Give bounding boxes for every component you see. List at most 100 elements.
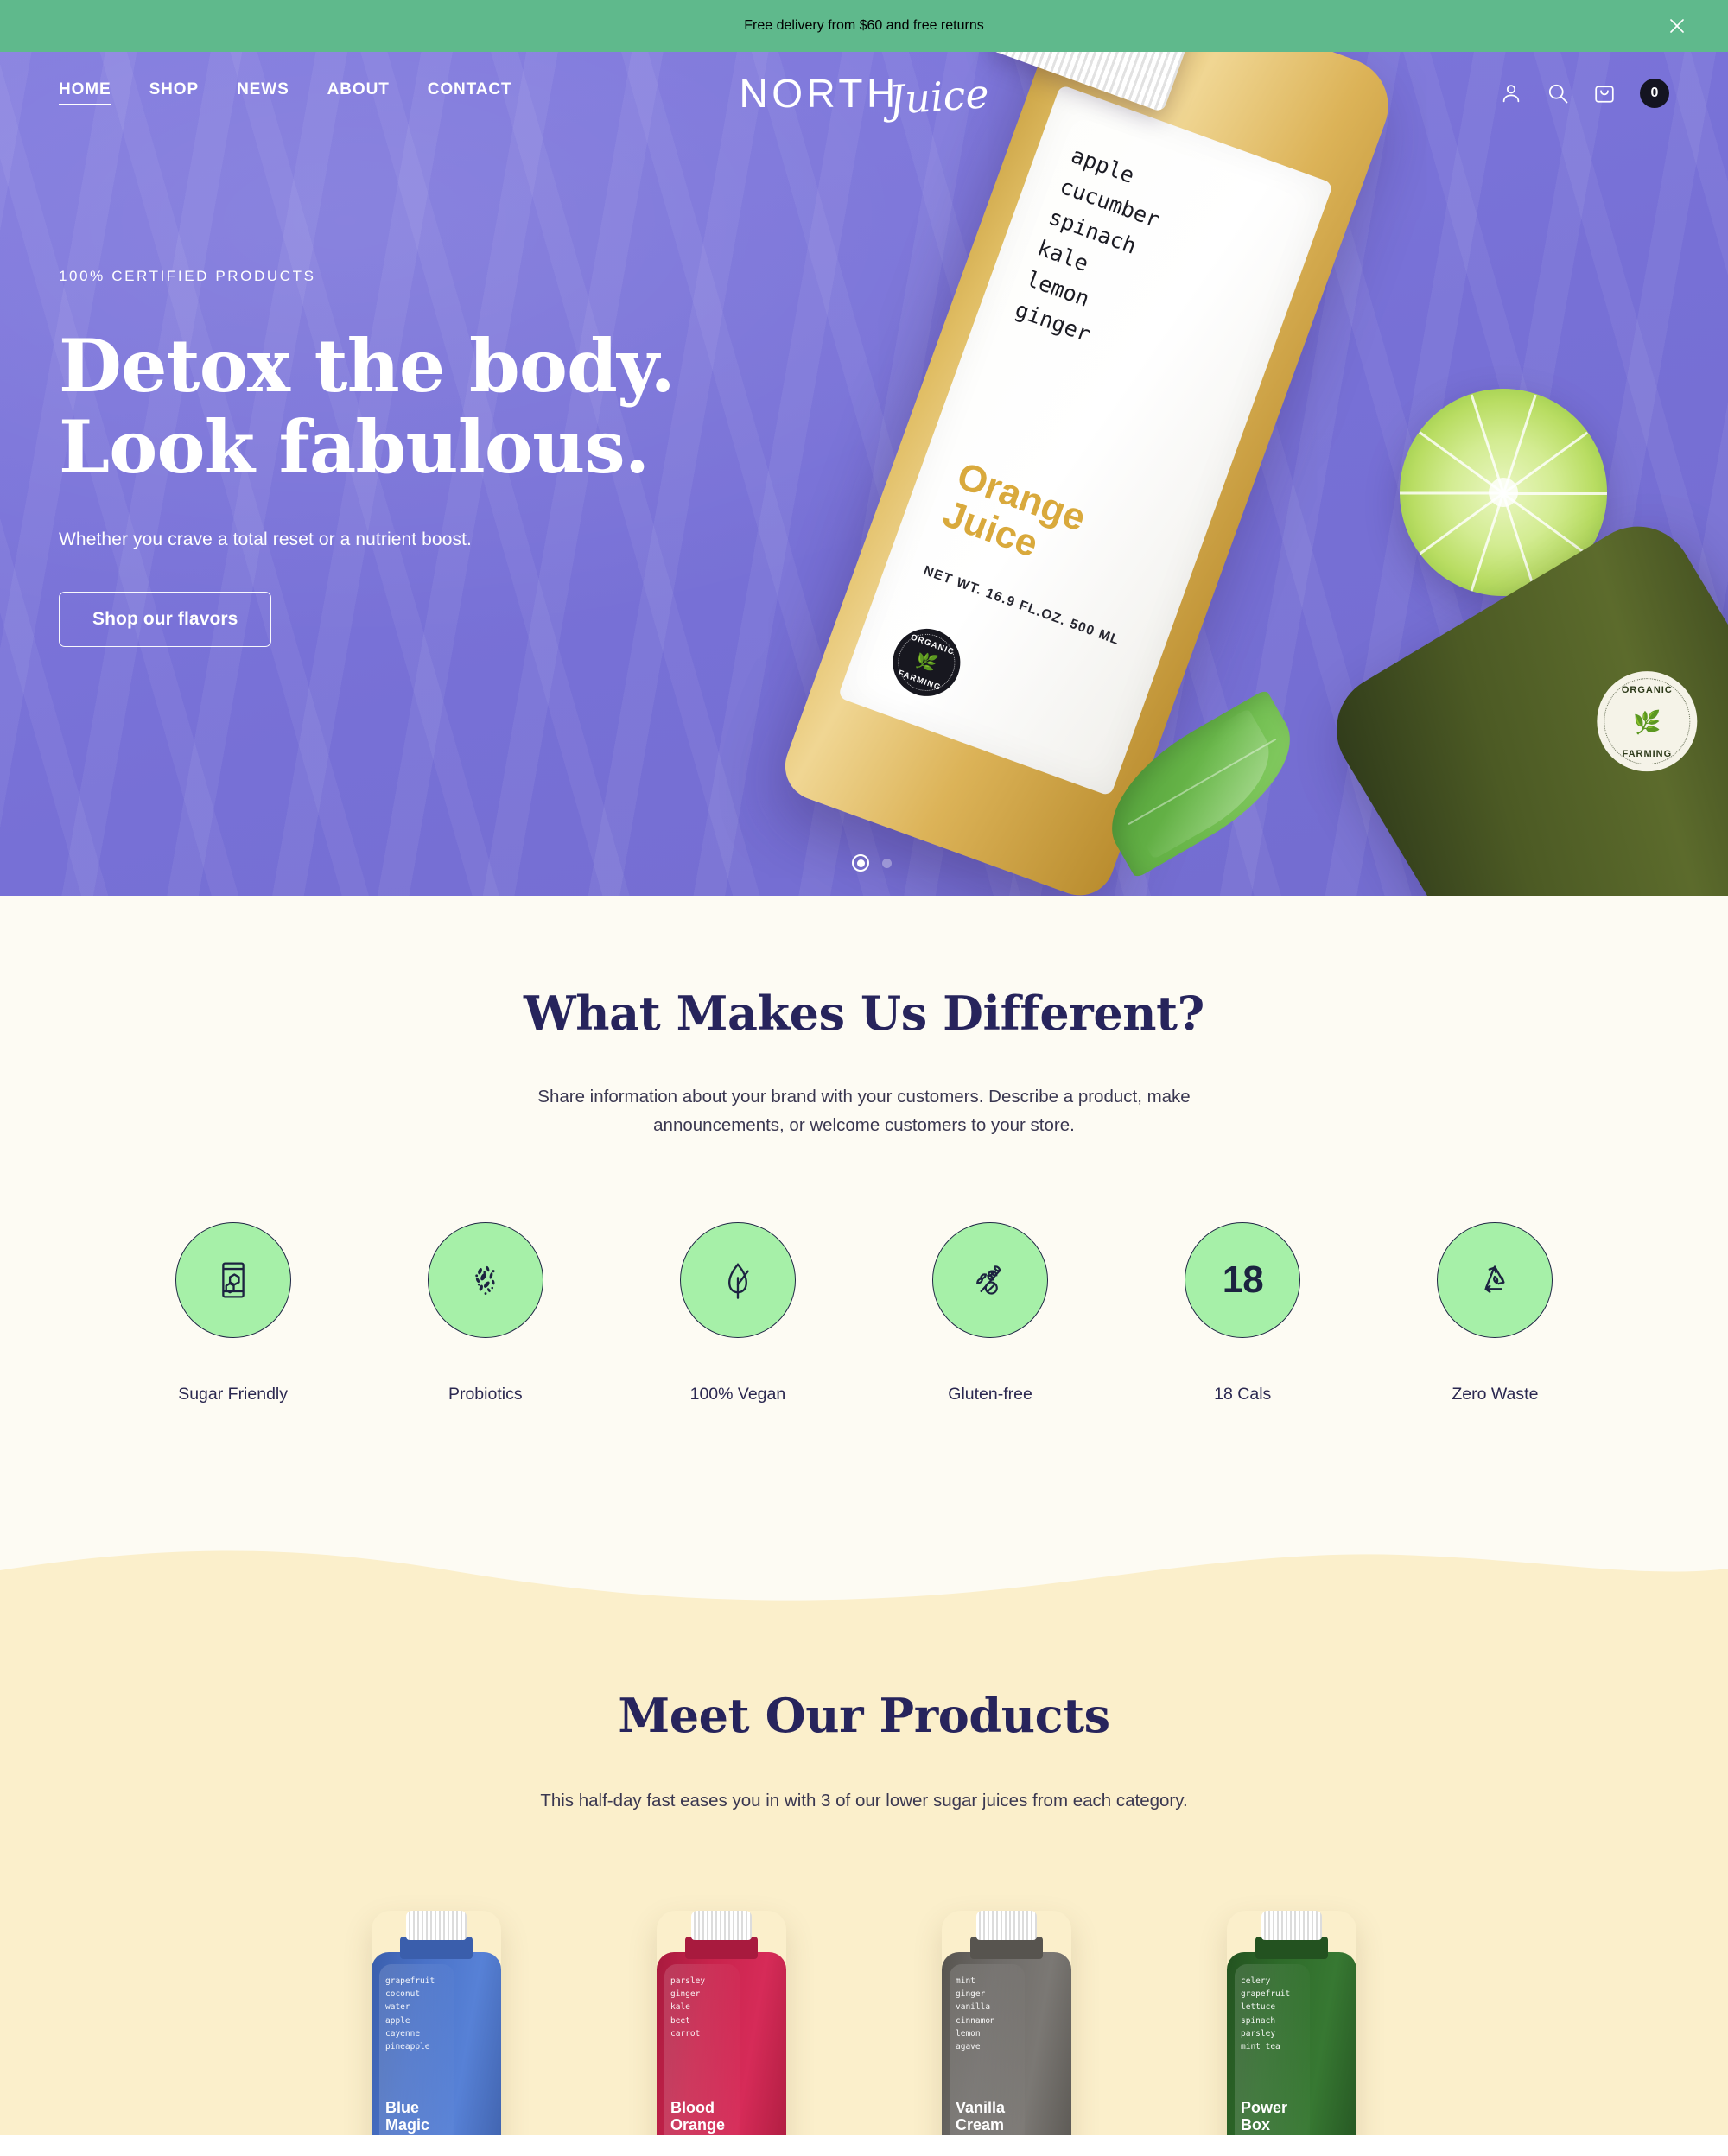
nav-link-news[interactable]: NEWS [237, 80, 289, 105]
product-bottle: parsley ginger kale beet carrot Blood Or… [657, 1910, 786, 2135]
feature-label: 100% Vegan [689, 1385, 786, 1405]
hero-subtitle: Whether you crave a total reset or a nut… [59, 529, 472, 550]
page-root: Free delivery from $60 and free returns [0, 0, 1728, 2135]
product-name: Blood Orange [670, 2099, 725, 2134]
hero-content: 100% CERTIFIED PRODUCTS Detox the body. … [0, 134, 864, 648]
nav-link-contact[interactable]: CONTACT [428, 80, 512, 105]
feature-label: Zero Waste [1452, 1385, 1539, 1405]
feature-item-18-cals[interactable]: 18 18 Cals [1116, 1222, 1369, 1405]
product-name-line: Blue [385, 2098, 420, 2116]
sugar-pack-icon [175, 1222, 291, 1339]
leaf-vegan-icon [679, 1222, 796, 1339]
product-card-blue-magic[interactable]: grapefruit coconut water apple cayenne p… [350, 1910, 523, 2135]
header-icon-group: 0 [1498, 78, 1669, 108]
ingredient: apple [385, 2015, 410, 2026]
ingredient: cayenne [385, 2029, 421, 2039]
product-name: Blue Magic [385, 2099, 429, 2134]
calorie-number: 18 [1222, 1259, 1264, 1302]
ingredient: carrot [670, 2029, 701, 2039]
ingredient: mint [956, 1975, 975, 1986]
products-title: Meet Our Products [618, 1688, 1110, 1744]
product-list: grapefruit coconut water apple cayenne p… [0, 1910, 1728, 2135]
announcement-bar: Free delivery from $60 and free returns [0, 0, 1728, 52]
products-subtitle: This half-day fast eases you in with 3 o… [540, 1791, 1188, 1811]
ingredient: celery [1241, 1975, 1271, 1986]
carousel-dot[interactable] [882, 858, 892, 868]
product-name: Vanilla Cream [956, 2099, 1005, 2134]
shopping-bag-icon[interactable] [1591, 80, 1617, 106]
announcement-text: Free delivery from $60 and free returns [744, 18, 984, 33]
ingredient: vanilla [956, 2002, 991, 2013]
feature-item-zero-waste[interactable]: Zero Waste [1369, 1222, 1621, 1405]
product-name-line: Power [1241, 2098, 1288, 2116]
ingredient: grapefruit [1241, 1988, 1291, 1999]
product-name-line: Vanilla [956, 2098, 1006, 2116]
close-icon[interactable] [1662, 11, 1692, 41]
shop-flavors-button[interactable]: Shop our flavors [59, 592, 272, 648]
ingredient: beet [670, 2015, 690, 2026]
bottle-cap [406, 1910, 467, 1940]
ingredient: pineapple [385, 2042, 430, 2052]
cart-count-badge[interactable]: 0 [1640, 78, 1669, 108]
feature-label: 18 Cals [1214, 1385, 1272, 1405]
product-name-line: Box [1241, 2115, 1271, 2134]
feature-item-gluten-free[interactable]: Gluten-free [864, 1222, 1116, 1405]
ingredient: cinnamon [956, 2015, 995, 2026]
logo-primary-text: NORTH [739, 70, 899, 116]
product-bottle: mint ginger vanilla cinnamon lemon agave… [942, 1910, 1071, 2135]
product-name-line: Orange [670, 2115, 726, 2134]
site-logo[interactable]: NORTH Juice [739, 70, 991, 124]
product-bottle: celery grapefruit lettuce spinach parsle… [1227, 1910, 1356, 2135]
different-section: What Makes Us Different? Share informati… [0, 896, 1728, 1535]
main-navigation: HOME SHOP NEWS ABOUT CONTACT [59, 80, 512, 105]
product-name-line: Blood [670, 2098, 715, 2116]
product-name-line: Magic [385, 2115, 430, 2134]
product-card-power-box[interactable]: celery grapefruit lettuce spinach parsle… [1205, 1910, 1378, 2135]
wheat-crossed-icon [932, 1222, 1049, 1339]
ingredient: agave [956, 2042, 981, 2052]
probiotics-icon [427, 1222, 543, 1339]
carousel-dot-active[interactable] [852, 854, 869, 872]
feature-label: Sugar Friendly [178, 1385, 289, 1405]
feature-item-probiotics[interactable]: Probiotics [359, 1222, 612, 1405]
recycle-leaf-icon [1437, 1222, 1553, 1339]
site-header: HOME SHOP NEWS ABOUT CONTACT NORTH Juice [0, 52, 1728, 134]
feature-label: Gluten-free [948, 1385, 1032, 1405]
product-card-vanilla-cream[interactable]: mint ginger vanilla cinnamon lemon agave… [920, 1910, 1093, 2135]
product-ingredients: parsley ginger kale beet carrot [670, 1975, 705, 2041]
ingredient: water [385, 2002, 410, 2013]
account-icon[interactable] [1498, 80, 1524, 106]
product-card-blood-orange[interactable]: parsley ginger kale beet carrot Blood Or… [635, 1910, 808, 2135]
product-bottle: grapefruit coconut water apple cayenne p… [372, 1910, 501, 2135]
product-name: Power Box [1241, 2099, 1287, 2134]
ingredient: grapefruit [385, 1975, 435, 1986]
feature-item-vegan[interactable]: 100% Vegan [612, 1222, 864, 1405]
nav-link-shop[interactable]: SHOP [149, 80, 199, 105]
number-18-icon: 18 [1185, 1222, 1301, 1339]
bottle-cap [691, 1910, 752, 1940]
hero-title: Detox the body. Look fabulous. [59, 323, 676, 491]
search-icon[interactable] [1545, 80, 1571, 106]
ingredient: spinach [1241, 2015, 1276, 2026]
ingredient: kale [670, 2002, 690, 2013]
feature-item-sugar-friendly[interactable]: Sugar Friendly [107, 1222, 359, 1405]
hero-eyebrow: 100% CERTIFIED PRODUCTS [59, 268, 316, 284]
feature-list: Sugar Friendly Probiotics 100% Vegan Glu… [0, 1222, 1728, 1405]
products-section: Meet Our Products This half-day fast eas… [0, 1634, 1728, 2135]
hero-carousel-dots [852, 854, 892, 872]
nav-link-about[interactable]: ABOUT [327, 80, 390, 105]
ingredient: mint tea [1241, 2042, 1280, 2052]
ingredient: lemon [956, 2029, 981, 2039]
ingredient: ginger [956, 1988, 986, 1999]
ingredient: parsley [1241, 2029, 1276, 2039]
ingredient: lettuce [1241, 2002, 1276, 2013]
product-name-line: Cream [956, 2115, 1005, 2134]
different-title: What Makes Us Different? [524, 986, 1204, 1041]
bottle-cap [1261, 1910, 1322, 1940]
feature-label: Probiotics [448, 1385, 523, 1405]
nav-link-home[interactable]: HOME [59, 80, 111, 105]
logo-script-text: Juice [887, 69, 991, 124]
ingredient: ginger [670, 1988, 701, 1999]
ingredient: coconut [385, 1988, 421, 1999]
product-ingredients: mint ginger vanilla cinnamon lemon agave [956, 1975, 995, 2054]
